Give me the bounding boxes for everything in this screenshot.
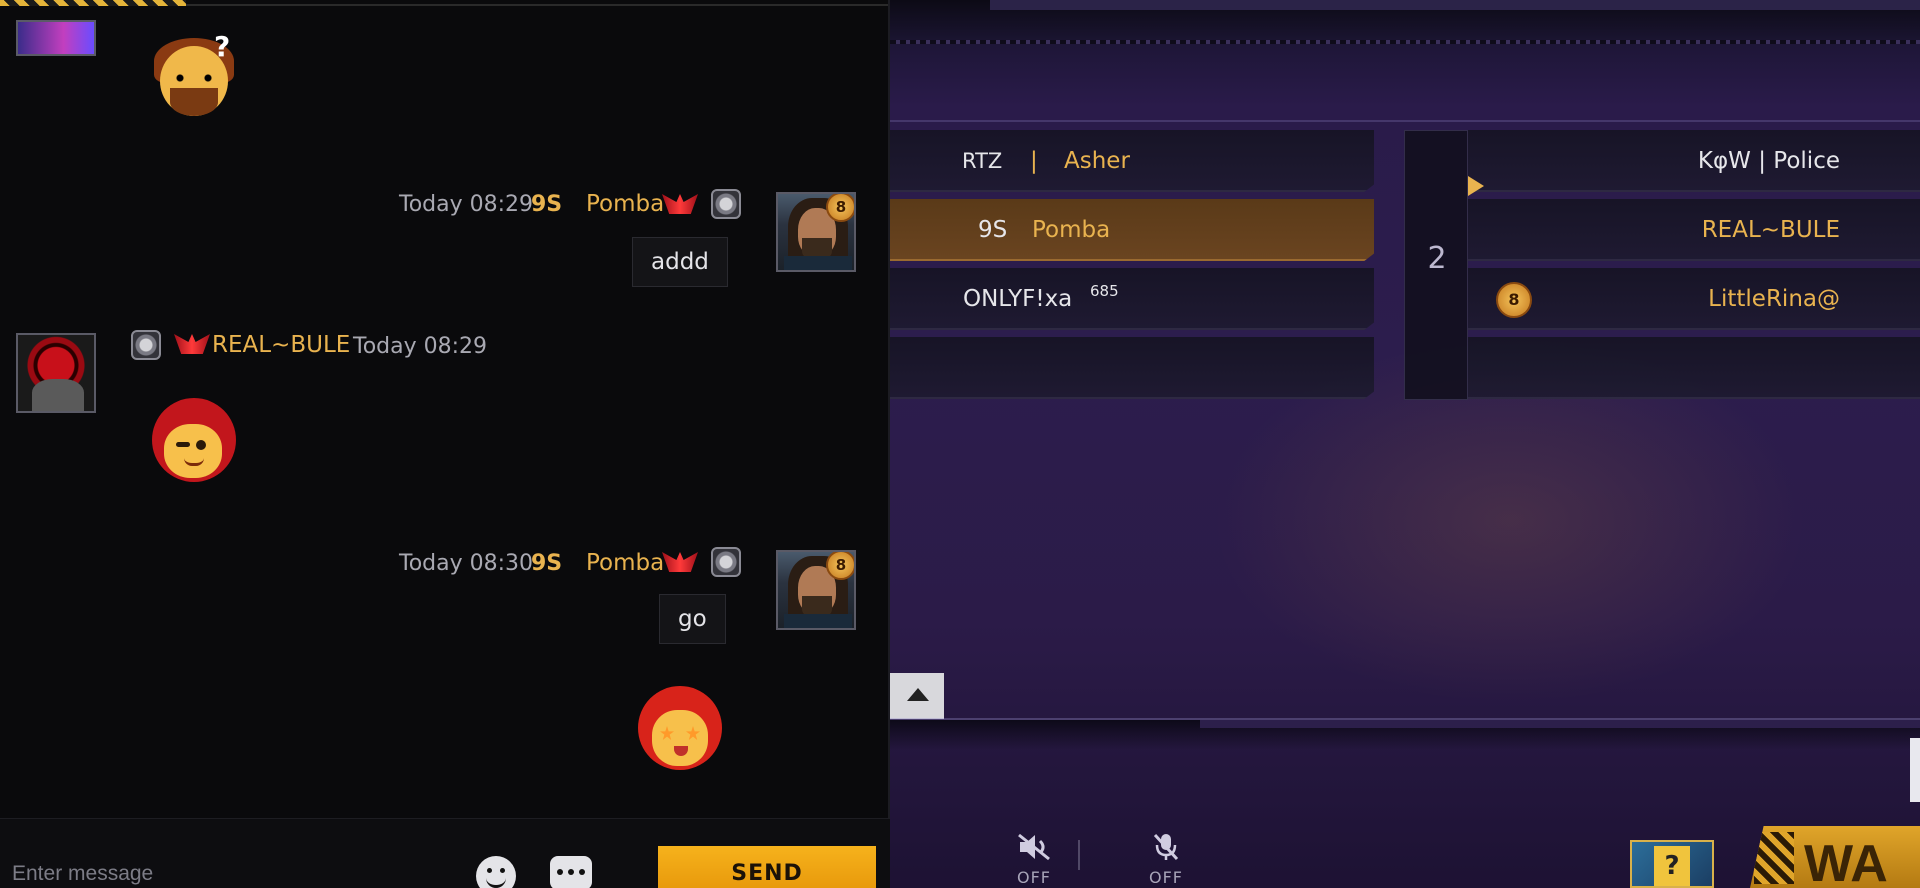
bottom-notch: [1200, 720, 1920, 728]
top-notch: [990, 0, 1920, 10]
hazard-stripes: [1754, 832, 1794, 884]
bottom-shade: [890, 720, 1920, 750]
team-a-slot-4[interactable]: [890, 337, 1374, 399]
sender-name[interactable]: Pomba: [586, 550, 664, 576]
slot-player-name: ONLYF!xa: [963, 286, 1073, 312]
wings-icon: [662, 548, 698, 578]
mic-state-label: OFF: [1149, 868, 1183, 887]
clan-tag: 9S: [531, 192, 563, 217]
panel-divider: [888, 0, 890, 888]
chat-panel: ? Today 08:29 9S Pomba 8 addd REAL~BULE …: [0, 0, 890, 888]
avatar[interactable]: [16, 333, 96, 413]
slot-player-name: Pomba: [1032, 217, 1111, 243]
slot-player-name: Asher: [1064, 148, 1130, 174]
mystery-box-icon[interactable]: ?: [1630, 840, 1714, 888]
team-b-slot-4[interactable]: [1468, 337, 1920, 399]
send-button[interactable]: SEND: [658, 846, 876, 888]
scroll-up-button[interactable]: [890, 673, 944, 719]
message-timestamp: Today 08:29: [353, 334, 488, 359]
war-button-label: WA: [1804, 835, 1888, 888]
girl-starry-eyes-emote: [636, 684, 724, 772]
speaker-muted-icon: [1018, 833, 1050, 861]
level-badge-icon: 8: [826, 194, 854, 222]
side-tab-handle[interactable]: [1910, 738, 1920, 802]
sender-name[interactable]: REAL~BULE: [212, 332, 350, 358]
team-a-slot-2[interactable]: 9S Pomba: [890, 199, 1374, 261]
wings-icon: [174, 330, 210, 360]
wings-icon: [662, 190, 698, 220]
slot-clan: RTZ: [962, 149, 1003, 173]
slot-player-name: LittleRina@: [1708, 286, 1840, 312]
speaker-toggle[interactable]: OFF: [1004, 832, 1064, 887]
team-b-slot-2[interactable]: REAL~BULE: [1468, 199, 1920, 261]
level-badge-icon: 8: [1496, 282, 1532, 318]
rank-badge-icon: [711, 547, 741, 577]
team-b-slot-1[interactable]: KφW | Police: [1468, 130, 1920, 196]
man-confused-emote: ?: [150, 30, 238, 124]
avatar[interactable]: [16, 20, 96, 56]
team-a-slot-3[interactable]: ONLYF!xa 685: [890, 268, 1374, 330]
host-marker-icon: [1468, 176, 1484, 196]
team-b-bracket: 2: [1404, 130, 1468, 400]
message-input[interactable]: [0, 859, 420, 888]
avatar[interactable]: 8: [776, 192, 856, 272]
message-timestamp: Today 08:29: [399, 192, 534, 217]
lobby-panel: RTZ | Asher 9S Pomba ONLYF!xa 685 2 KφW …: [890, 0, 1920, 888]
team-b-number: 2: [1427, 241, 1447, 276]
hazard-stripe: [0, 0, 186, 6]
slot-extra: 685: [1090, 282, 1119, 300]
controls-separator: [1078, 840, 1080, 870]
mic-muted-icon: [1153, 833, 1179, 861]
sender-name[interactable]: Pomba: [586, 191, 664, 217]
rank-badge-icon: [131, 330, 161, 360]
rank-badge-icon: [711, 189, 741, 219]
slot-clan: 9S: [978, 217, 1008, 243]
emoji-icon[interactable]: [476, 856, 516, 888]
avatar[interactable]: 8: [776, 550, 856, 630]
header-divider: [890, 120, 1920, 122]
message-bubble: addd: [632, 237, 728, 287]
more-icon[interactable]: [550, 856, 592, 888]
message-bubble: go: [659, 594, 726, 644]
slot-player-name: KφW | Police: [1697, 148, 1840, 174]
message-timestamp: Today 08:30: [399, 551, 534, 576]
team-a-slot-1[interactable]: RTZ | Asher: [890, 130, 1374, 192]
top-border: [186, 4, 890, 6]
mic-toggle[interactable]: OFF: [1136, 832, 1196, 887]
lobby-top-bar: [890, 0, 1920, 40]
slot-separator: |: [1030, 148, 1038, 174]
dash-divider: [890, 40, 1920, 44]
war-button[interactable]: WA: [1750, 826, 1920, 888]
clan-tag: 9S: [531, 551, 563, 576]
girl-wink-emote: [150, 396, 238, 484]
chevron-up-icon: [907, 688, 929, 701]
slot-player-name: REAL~BULE: [1701, 217, 1840, 243]
speaker-state-label: OFF: [1017, 868, 1051, 887]
level-badge-icon: 8: [826, 552, 854, 580]
team-b-slot-3[interactable]: 8 LittleRina@: [1468, 268, 1920, 330]
